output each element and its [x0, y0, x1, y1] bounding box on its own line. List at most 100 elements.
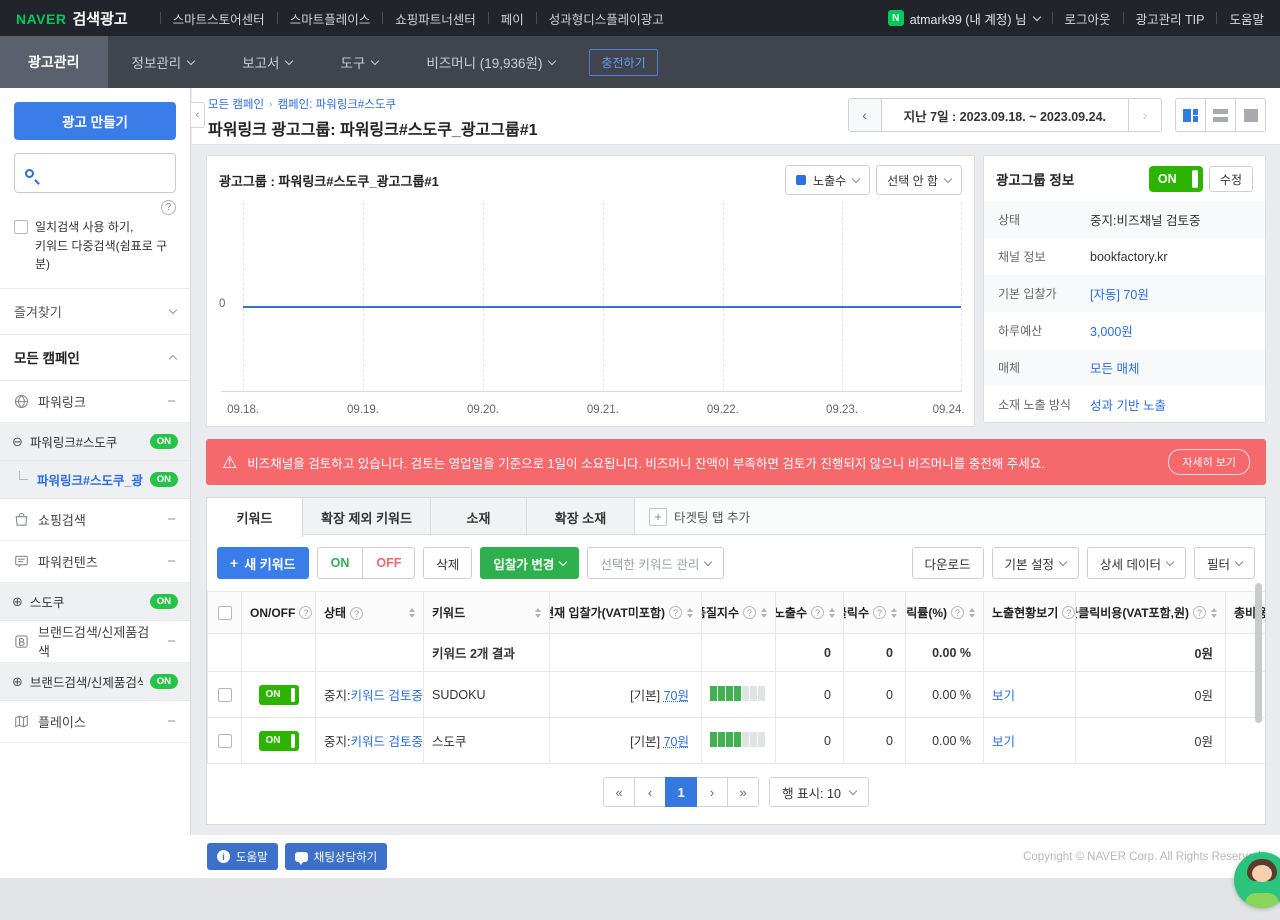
top-menu-smartstore[interactable]: 스마트스토어센터 — [173, 9, 265, 28]
compare-dropdown[interactable]: 선택 안 함 — [876, 165, 962, 195]
help-icon[interactable] — [299, 606, 312, 619]
page-first-button[interactable]: « — [603, 777, 635, 807]
keyword-on-toggle[interactable]: ON — [259, 685, 299, 705]
top-menu-smartplace[interactable]: 스마트플레이스 — [290, 9, 371, 28]
question-icon[interactable] — [161, 200, 176, 215]
footer-help-button[interactable]: 도움말 — [207, 843, 278, 870]
sidebar-item-powercontents[interactable]: 파워컨텐츠 − — [0, 541, 190, 583]
row-checkbox[interactable] — [218, 734, 232, 748]
help-icon[interactable] — [743, 606, 756, 619]
collapse-minus-icon[interactable]: − — [167, 633, 176, 650]
sort-icon[interactable] — [829, 608, 835, 618]
adgroup-on-toggle[interactable]: ON — [1149, 166, 1203, 192]
help-link[interactable]: 도움말 — [1229, 9, 1264, 28]
ad-tip-link[interactable]: 광고관리 TIP — [1136, 9, 1205, 28]
select-all-header[interactable] — [208, 592, 242, 634]
sidebar-adgroup-powerlink-sudoku[interactable]: 파워링크#스도쿠_광… ON — [0, 461, 190, 499]
sidebar-campaign-brand-search[interactable]: ⊕ 브랜드검색/신제품검색… ON — [0, 663, 190, 701]
page-next-button[interactable]: › — [696, 777, 728, 807]
col-current-bid[interactable]: 현재 입찰가(VAT미포함) — [550, 592, 702, 634]
match-search-checkbox[interactable] — [14, 220, 28, 234]
col-impressions[interactable]: 노출수 — [776, 592, 844, 634]
keyword-on-toggle[interactable]: ON — [259, 731, 299, 751]
add-targeting-tab[interactable]: 타겟팅 탭 추가 — [635, 498, 764, 535]
filter-button[interactable]: 필터 — [1194, 547, 1255, 579]
edit-button[interactable]: 수정 — [1209, 166, 1253, 192]
bulk-off-button[interactable]: OFF — [362, 548, 414, 578]
col-quality-index[interactable]: 품질지수 — [702, 592, 776, 634]
bid-link[interactable]: 70원 — [664, 689, 689, 703]
search-input[interactable] — [42, 166, 165, 180]
help-icon[interactable] — [1062, 606, 1075, 619]
sort-icon[interactable] — [687, 608, 693, 618]
detail-data-button[interactable]: 상세 데이터 — [1087, 547, 1186, 579]
select-all-checkbox[interactable] — [218, 606, 232, 620]
collapse-minus-icon[interactable]: − — [167, 511, 176, 528]
page-prev-button[interactable]: ‹ — [634, 777, 666, 807]
col-keyword[interactable]: 키워드 — [424, 592, 550, 634]
charge-button[interactable]: 충전하기 — [589, 49, 657, 76]
bid-link[interactable]: 70원 — [664, 735, 689, 749]
page-last-button[interactable]: » — [727, 777, 759, 807]
nav-info-management[interactable]: 정보관리 — [108, 36, 219, 88]
help-icon[interactable] — [951, 606, 964, 619]
help-icon[interactable] — [873, 606, 886, 619]
view-exposure-link[interactable]: 보기 — [992, 735, 1015, 749]
col-avg-cpc[interactable]: 평균클릭비용(VAT포함,원) — [1076, 592, 1226, 634]
breadcrumb-all-campaigns[interactable]: 모든 캠페인 — [208, 96, 264, 112]
col-exposure-status[interactable]: 노출현황보기 — [984, 592, 1076, 634]
help-icon[interactable] — [811, 606, 824, 619]
top-menu-shopping-partner[interactable]: 쇼핑파트너센터 — [395, 9, 476, 28]
brand[interactable]: NAVER 검색광고 — [16, 8, 128, 29]
tab-keywords[interactable]: 키워드 — [207, 498, 303, 537]
sidebar-all-campaigns[interactable]: 모든 캠페인 — [0, 335, 190, 381]
sidebar-collapse-button[interactable]: ‹ — [191, 102, 205, 128]
nav-reports[interactable]: 보고서 — [218, 36, 316, 88]
sort-icon[interactable] — [891, 608, 897, 618]
nav-bizmoney[interactable]: 비즈머니 (19,936원) — [402, 36, 579, 88]
view-list-button[interactable] — [1205, 98, 1236, 132]
create-ad-button[interactable]: 광고 만들기 — [14, 102, 176, 140]
sidebar-item-place[interactable]: 플레이스 − — [0, 701, 190, 743]
view-split-button[interactable] — [1175, 98, 1206, 132]
date-range-label[interactable]: 지난 7일 : 2023.09.18. ~ 2023.09.24. — [882, 98, 1128, 132]
account-menu[interactable]: atmark99 (내 계정) 님 — [910, 9, 1040, 28]
metric-dropdown[interactable]: 노출수 — [785, 165, 870, 195]
rows-per-page-dropdown[interactable]: 행 표시: 10 — [769, 777, 869, 807]
sort-icon[interactable] — [535, 608, 541, 618]
sidebar-campaign-powerlink-sudoku[interactable]: ⊖ 파워링크#스도쿠 ON — [0, 423, 190, 461]
help-icon[interactable] — [1193, 606, 1206, 619]
col-status[interactable]: 상태 — [316, 592, 424, 634]
bid-change-button[interactable]: 입찰가 변경 — [480, 547, 579, 579]
collapse-minus-icon[interactable]: − — [167, 553, 176, 570]
sidebar-favorites[interactable]: 즐겨찾기 — [0, 289, 190, 335]
page-1-button[interactable]: 1 — [665, 777, 697, 807]
sidebar-item-shopping-search[interactable]: 쇼핑검색 − — [0, 499, 190, 541]
status-review-link[interactable]: 키워드 검토중 — [350, 689, 422, 703]
row-checkbox[interactable] — [218, 688, 232, 702]
sidebar-item-brand-search[interactable]: 브랜드검색/신제품검색 − — [0, 621, 190, 663]
download-button[interactable]: 다운로드 — [912, 547, 984, 579]
nav-tools[interactable]: 도구 — [316, 36, 402, 88]
breadcrumb-campaign[interactable]: 캠페인: 파워링크#스도쿠 — [277, 96, 396, 112]
status-review-link[interactable]: 키워드 검토중 — [350, 735, 422, 749]
sort-icon[interactable] — [1211, 608, 1217, 618]
basic-settings-button[interactable]: 기본 설정 — [992, 547, 1079, 579]
sort-icon[interactable] — [969, 608, 975, 618]
col-clicks[interactable]: 클릭수 — [844, 592, 906, 634]
tab-creatives[interactable]: 소재 — [431, 498, 527, 536]
col-onoff[interactable]: ON/OFF — [242, 592, 316, 634]
tab-extended-creatives[interactable]: 확장 소재 — [527, 498, 635, 536]
col-ctr[interactable]: 클릭률(%) — [906, 592, 984, 634]
selected-keywords-manage-button[interactable]: 선택한 키워드 관리 — [587, 547, 724, 579]
top-menu-pay[interactable]: 페이 — [501, 9, 524, 28]
sidebar-item-powerlink[interactable]: 파워링크 − — [0, 381, 190, 423]
sidebar-campaign-sudoku[interactable]: ⊕ 스도쿠 ON — [0, 583, 190, 621]
banner-detail-button[interactable]: 자세히 보기 — [1168, 449, 1250, 475]
tab-excluded-keywords[interactable]: 확장 제외 키워드 — [303, 498, 431, 536]
help-icon[interactable] — [669, 606, 682, 619]
sort-icon[interactable] — [409, 608, 415, 618]
new-keyword-button[interactable]: 새 키워드 — [217, 547, 309, 579]
bulk-on-button[interactable]: ON — [318, 548, 363, 578]
logout-link[interactable]: 로그아웃 — [1065, 9, 1111, 28]
